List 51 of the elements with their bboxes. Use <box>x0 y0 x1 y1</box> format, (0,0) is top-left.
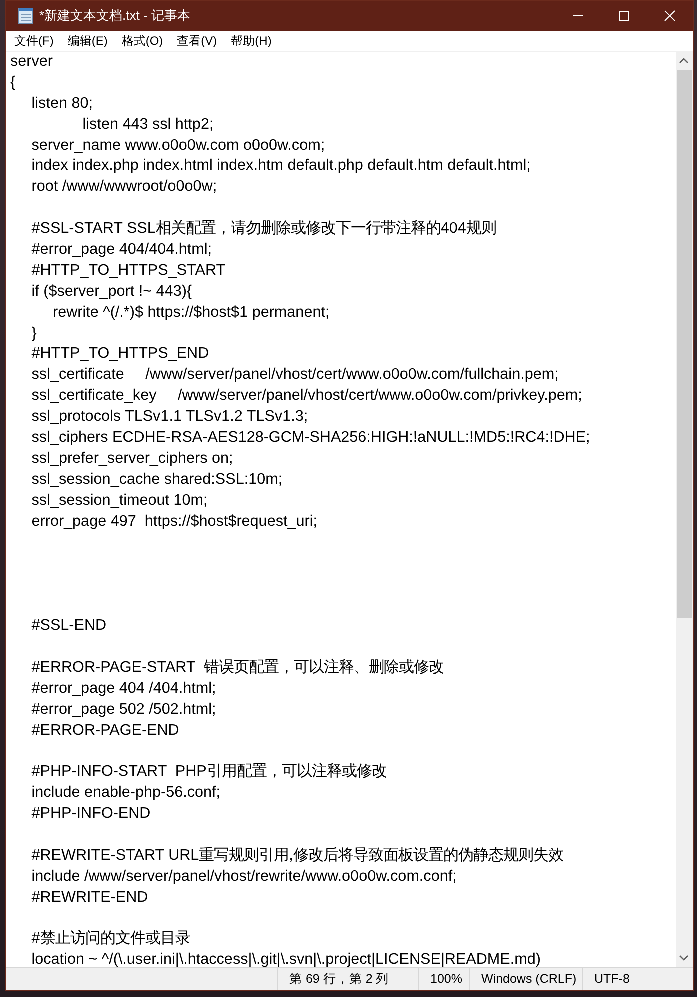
code-line: ssl_session_timeout 10m; <box>30 492 208 509</box>
code-line: #禁止访问的文件或目录 <box>30 930 190 948</box>
code-line: #REWRITE-START URL重写规则引用,修改后将导致面板设置的伪静态规则失效 <box>30 846 564 864</box>
code-line: listen 443 ssl http2; <box>82 116 214 133</box>
window-title: *新建文本文档.txt - 记事本 <box>40 7 192 25</box>
code-line: #ERROR-PAGE-START 错误页配置，可以注释、删除或修改 <box>30 658 444 676</box>
code-line: listen 80; <box>30 94 93 112</box>
code-line: ssl_ciphers ECDHE-RSA-AES128-GCM-SHA256:HIGH:!aNULL:!MD5:!RC4:!DHE; <box>30 429 590 446</box>
code-line: #HTTP_TO_HTTPS_END <box>30 345 210 362</box>
code-line: index index.php index.html index.htm default.php default.htm default.html; <box>30 157 531 174</box>
notepad-icon <box>18 7 34 25</box>
code-line: #HTTP_TO_HTTPS_START <box>30 262 226 279</box>
code-line: #PHP-INFO-START PHP引用配置，可以注释或修改 <box>30 763 387 780</box>
code-line: #REWRITE-END <box>30 888 148 906</box>
code-line: #error_page 404/404.html; <box>30 241 212 258</box>
menu-item[interactable]: 帮助(H) <box>224 32 279 50</box>
line-ending: Windows (CRLF) <box>468 968 582 990</box>
scrollbar-thumb[interactable] <box>676 70 692 618</box>
scroll-up-icon[interactable] <box>679 57 689 65</box>
scroll-down-icon[interactable] <box>679 954 689 962</box>
close-icon[interactable] <box>664 10 676 22</box>
code-line: ssl_certificate /www/server/panel/vhost/cert/www.o0o0w.com/fullchain.pem; <box>30 366 559 384</box>
code-line: rewrite ^(/.*)$ https://$host$1 permanent; <box>52 304 330 321</box>
code-line: if ($server_port !~ 443){ <box>30 282 192 300</box>
menu-item[interactable]: 格式(O) <box>114 32 170 50</box>
code-line: include /www/server/panel/vhost/rewrite/www.o0o0w.com.conf; <box>30 868 457 885</box>
menu-item[interactable]: 编辑(E) <box>60 32 115 50</box>
code-line: root /www/wwwroot/o0o0w; <box>30 178 218 196</box>
zoom-level: 100% <box>418 968 468 990</box>
cursor-position: 第 69 行，第 2 列 <box>276 968 418 990</box>
code-line: ssl_certificate_key /www/server/panel/vhost/cert/www.o0o0w.com/privkey.pem; <box>30 387 582 404</box>
code-line: server_name www.o0o0w.com o0o0w.com; <box>30 136 326 154</box>
code-line: { <box>10 74 16 91</box>
vertical-scrollbar[interactable] <box>676 52 692 967</box>
code-line: #SSL-END <box>30 617 107 634</box>
maximize-icon[interactable] <box>618 10 630 22</box>
code-line: ssl_protocols TLSv1.1 TLSv1.2 TLSv1.3; <box>30 408 308 426</box>
code-line: #error_page 404 /404.html; <box>30 680 216 697</box>
code-line: server <box>10 53 53 70</box>
menu-item[interactable]: 文件(F) <box>8 32 61 50</box>
code-line: #PHP-INFO-END <box>30 805 151 822</box>
code-line: ssl_session_cache shared:SSL:10m; <box>30 470 283 488</box>
code-line: include enable-php-56.conf; <box>30 784 221 802</box>
code-line: ssl_prefer_server_ciphers on; <box>30 450 234 467</box>
code-line: #SSL-START SSL相关配置，请勿删除或修改下一行带注释的404规则 <box>30 220 496 238</box>
encoding: UTF-8 <box>582 968 692 990</box>
code-line: #error_page 502 /502.html; <box>30 700 216 718</box>
code-line: error_page 497 https://$host$request_uri; <box>30 512 318 530</box>
menu-item[interactable]: 查看(V) <box>170 32 224 50</box>
code-line: } <box>30 324 37 342</box>
code-line: #ERROR-PAGE-END <box>30 722 180 738</box>
